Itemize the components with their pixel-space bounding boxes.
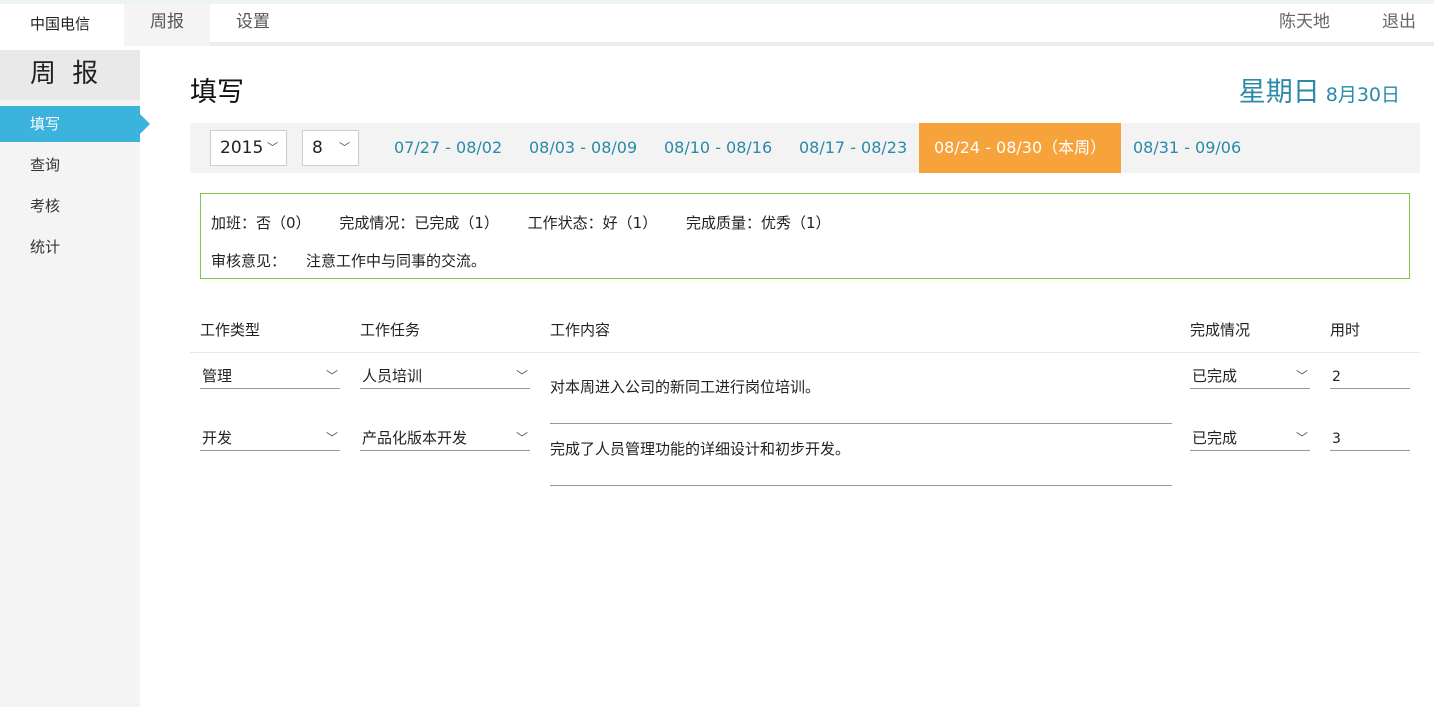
row2-status-value: 已完成 xyxy=(1192,429,1238,447)
sidebar-item-assess[interactable]: 考核 xyxy=(0,188,140,224)
week-selector-bar: 2015 ﹀ 8 ﹀ 07/27 - 08/02 08/03 - 08/09 0… xyxy=(190,123,1420,173)
row1-type-value: 管理 xyxy=(202,367,233,385)
chevron-down-icon: ﹀ xyxy=(325,369,338,383)
logout-link[interactable]: 退出 xyxy=(1382,4,1416,40)
row2-task-select[interactable]: 产品化版本开发 ﹀ xyxy=(360,427,530,451)
weekday-label: 星期日 xyxy=(1238,77,1320,108)
week-tab-0803[interactable]: 08/03 - 08/09 xyxy=(529,123,637,173)
week-tab-0810[interactable]: 08/10 - 08/16 xyxy=(664,123,772,173)
work-status-rating: 工作状态：好（1） xyxy=(527,214,658,232)
header-work-content: 工作内容 xyxy=(550,321,611,339)
week-tab-0817[interactable]: 08/17 - 08/23 xyxy=(799,123,907,173)
header-hours: 用时 xyxy=(1330,321,1361,339)
sidebar-item-stats[interactable]: 统计 xyxy=(0,229,140,265)
user-name-link[interactable]: 陈天地 xyxy=(1279,4,1330,40)
opinion-text: 注意工作中与同事的交流。 xyxy=(306,252,487,270)
header-completion: 完成情况 xyxy=(1190,321,1251,339)
row1-type-select[interactable]: 管理 ﹀ xyxy=(200,365,340,389)
sidebar-item-query[interactable]: 查询 xyxy=(0,147,140,183)
header-work-task: 工作任务 xyxy=(360,321,421,339)
review-ratings: 加班：否（0） 完成情况：已完成（1） 工作状态：好（1） 完成质量：优秀（1） xyxy=(211,212,855,233)
row2-content-textarea[interactable]: 完成了人员管理功能的详细设计和初步开发。 xyxy=(550,424,1172,486)
chevron-down-icon: ﹀ xyxy=(267,141,278,154)
nav-weekly-report[interactable]: 周报 xyxy=(124,4,210,46)
row1-task-select[interactable]: 人员培训 ﹀ xyxy=(360,365,530,389)
chevron-down-icon: ﹀ xyxy=(515,369,528,383)
opinion-label: 审核意见： xyxy=(211,252,287,270)
quality-rating: 完成质量：优秀（1） xyxy=(685,214,831,232)
chevron-down-icon: ﹀ xyxy=(515,431,528,445)
sidebar: 周 报 填写 查询 考核 统计 xyxy=(0,50,150,707)
review-opinion: 审核意见： 注意工作中与同事的交流。 xyxy=(211,250,486,271)
top-bar: 中国电信 周报 设置 陈天地 退出 xyxy=(0,0,1434,46)
sidebar-title: 周 报 xyxy=(0,50,140,100)
row1-content-textarea[interactable]: 对本周进入公司的新同工进行岗位培训。 xyxy=(550,362,1172,424)
year-select[interactable]: 2015 ﹀ xyxy=(210,130,287,166)
week-tab-current[interactable]: 08/24 - 08/30（本周） xyxy=(919,123,1122,173)
chevron-down-icon: ﹀ xyxy=(1295,369,1308,383)
completion-rating: 完成情况：已完成（1） xyxy=(339,214,499,232)
year-select-value: 2015 xyxy=(220,138,264,158)
overtime-rating: 加班：否（0） xyxy=(211,214,311,232)
row2-type-value: 开发 xyxy=(202,429,233,447)
chevron-down-icon: ﹀ xyxy=(339,141,350,154)
row2-task-value: 产品化版本开发 xyxy=(362,429,468,447)
header-divider xyxy=(190,352,1420,353)
chevron-down-icon: ﹀ xyxy=(325,431,338,445)
date-label: 8月30日 xyxy=(1325,84,1400,106)
row1-status-value: 已完成 xyxy=(1192,367,1238,385)
brand-logo: 中国电信 xyxy=(0,4,124,46)
week-tab-0727[interactable]: 07/27 - 08/02 xyxy=(394,123,502,173)
review-summary-box: 加班：否（0） 完成情况：已完成（1） 工作状态：好（1） 完成质量：优秀（1）… xyxy=(200,193,1410,279)
month-select-value: 8 xyxy=(312,138,323,158)
sidebar-item-fill[interactable]: 填写 xyxy=(0,106,150,142)
current-date: 星期日 8月30日 xyxy=(1239,70,1400,109)
header-work-type: 工作类型 xyxy=(200,321,261,339)
sidebar-menu: 填写 查询 考核 统计 xyxy=(0,106,150,265)
nav-settings[interactable]: 设置 xyxy=(210,4,296,46)
page-title: 填写 xyxy=(190,77,244,108)
week-tab-0831[interactable]: 08/31 - 09/06 xyxy=(1133,123,1241,173)
row2-status-select[interactable]: 已完成 ﹀ xyxy=(1190,427,1310,451)
month-select[interactable]: 8 ﹀ xyxy=(302,130,359,166)
row1-status-select[interactable]: 已完成 ﹀ xyxy=(1190,365,1310,389)
row1-task-value: 人员培训 xyxy=(362,367,423,385)
row1-hours-input[interactable]: 2 xyxy=(1330,365,1410,389)
row2-hours-input[interactable]: 3 xyxy=(1330,427,1410,451)
row2-type-select[interactable]: 开发 ﹀ xyxy=(200,427,340,451)
chevron-down-icon: ﹀ xyxy=(1295,431,1308,445)
